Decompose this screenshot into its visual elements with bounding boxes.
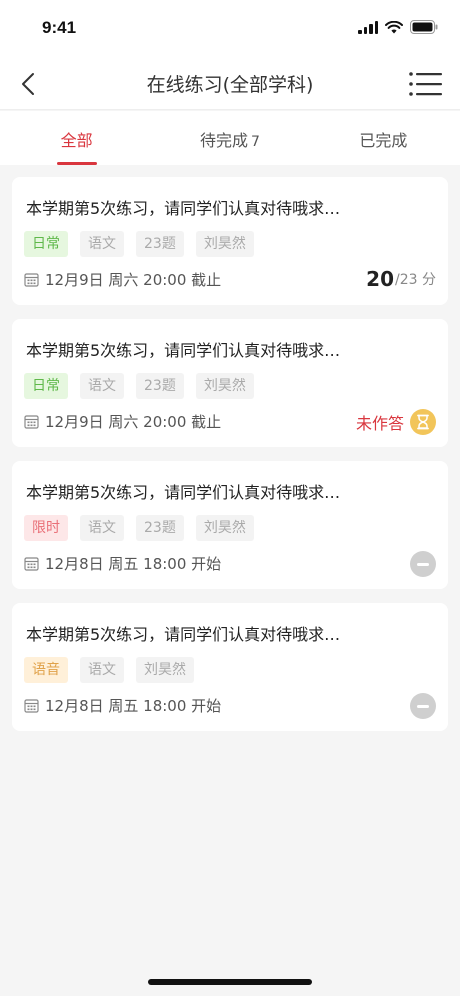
status-indicator: [410, 693, 436, 719]
tab-completed[interactable]: 已完成: [307, 111, 460, 165]
calendar-icon: [24, 557, 39, 571]
card-date: 12月9日 周六 20:00 截止: [24, 269, 221, 290]
exercise-card[interactable]: 本学期第5次练习，请同学们认真对待哦求… 语音 语文 刘昊然 12月8日 周五 …: [12, 603, 448, 731]
tab-bar: 全部 待完成 7 已完成: [0, 111, 460, 165]
tag-list: 语音 语文 刘昊然: [24, 657, 194, 683]
card-title: 本学期第5次练习，请同学们认真对待哦求…: [26, 341, 341, 360]
score-value: 20: [366, 267, 395, 291]
score-total: /23 分: [395, 272, 436, 288]
signal-icon: [358, 20, 378, 34]
status-indicator: 未作答: [356, 409, 436, 435]
minus-circle-icon: [410, 551, 436, 577]
tag-type: 限时: [24, 515, 68, 541]
date-text: 12月8日 周五 18:00 开始: [45, 555, 222, 573]
tag-teacher: 刘昊然: [195, 515, 254, 541]
status-text: 未作答: [355, 414, 404, 433]
menu-button[interactable]: [408, 68, 444, 100]
nav-bar: 在线练习(全部学科): [0, 58, 460, 110]
minus-circle-icon: [410, 693, 436, 719]
tag-type: 语音: [24, 657, 68, 683]
wifi-icon: [385, 20, 403, 33]
tag-question-count: 23题: [136, 373, 184, 399]
tag-teacher: 刘昊然: [195, 373, 254, 399]
exercise-card[interactable]: 本学期第5次练习，请同学们认真对待哦求… 限时 语文 23题 刘昊然 12月8日…: [12, 461, 448, 589]
tag-list: 日常 语文 23题 刘昊然: [24, 373, 254, 399]
tag-type: 日常: [24, 373, 68, 399]
tab-label: 待完成: [200, 131, 249, 150]
tab-label: 已完成: [359, 131, 408, 150]
tab-label: 全部: [60, 131, 93, 150]
date-text: 12月9日 周六 20:00 截止: [45, 271, 222, 289]
date-text: 12月9日 周六 20:00 截止: [45, 413, 222, 431]
tag-question-count: 23题: [136, 515, 184, 541]
status-time: 9:41: [42, 18, 77, 37]
tag-teacher: 刘昊然: [136, 657, 194, 683]
status-indicator: [410, 551, 436, 577]
exercise-card[interactable]: 本学期第5次练习，请同学们认真对待哦求… 日常 语文 23题 刘昊然 12月9日…: [12, 319, 448, 447]
exercise-card[interactable]: 本学期第5次练习，请同学们认真对待哦求… 日常 语文 23题 刘昊然 12月9日…: [12, 177, 448, 305]
exercise-list: 本学期第5次练习，请同学们认真对待哦求… 日常 语文 23题 刘昊然 12月9日…: [12, 177, 448, 745]
tag-subject: 语文: [80, 373, 124, 399]
tag-type: 日常: [24, 231, 68, 257]
tag-subject: 语文: [80, 657, 124, 683]
date-text: 12月8日 周五 18:00 开始: [45, 697, 222, 715]
tag-teacher: 刘昊然: [195, 231, 254, 257]
menu-icon: [409, 72, 442, 96]
tag-list: 日常 语文 23题 刘昊然: [24, 231, 254, 257]
battery-icon: [410, 20, 438, 34]
score: 20 /23 分: [366, 267, 436, 291]
card-title: 本学期第5次练习，请同学们认真对待哦求…: [26, 625, 341, 644]
tab-count: 7: [251, 134, 260, 150]
card-date: 12月8日 周五 18:00 开始: [24, 553, 221, 574]
card-title: 本学期第5次练习，请同学们认真对待哦求…: [26, 199, 341, 218]
status-icons: [358, 20, 438, 34]
tab-pending[interactable]: 待完成 7: [153, 111, 306, 165]
card-title: 本学期第5次练习，请同学们认真对待哦求…: [26, 483, 341, 502]
hourglass-icon: [410, 409, 436, 435]
tab-all[interactable]: 全部: [0, 111, 153, 165]
status-bar: 9:41: [0, 0, 460, 58]
tag-question-count: 23题: [136, 231, 184, 257]
card-date: 12月9日 周六 20:00 截止: [24, 411, 221, 432]
card-date: 12月8日 周五 18:00 开始: [24, 695, 221, 716]
calendar-icon: [24, 273, 39, 287]
calendar-icon: [24, 699, 39, 713]
home-indicator[interactable]: [148, 979, 312, 985]
calendar-icon: [24, 415, 39, 429]
page-title: 在线练习(全部学科): [146, 74, 314, 96]
tag-list: 限时 语文 23题 刘昊然: [24, 515, 254, 541]
tag-subject: 语文: [80, 515, 124, 541]
tag-subject: 语文: [80, 231, 124, 257]
